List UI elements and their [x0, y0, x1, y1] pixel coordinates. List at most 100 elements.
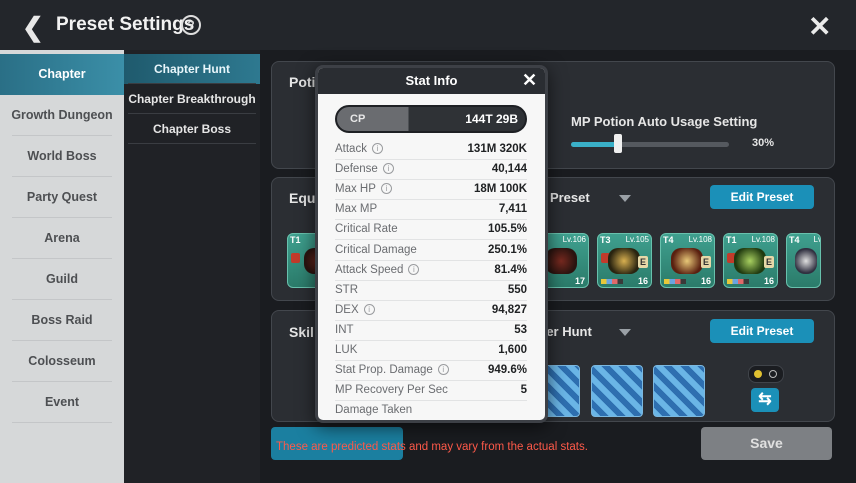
skill-slot[interactable]	[591, 365, 643, 417]
sidebar-item-party-quest[interactable]: Party Quest	[0, 177, 124, 218]
save-button[interactable]: Save	[701, 427, 832, 460]
page-title: Preset Settings	[56, 14, 195, 35]
stat-value: 1,600	[498, 344, 527, 356]
equipment-panel-title: Equ	[289, 190, 316, 206]
skill-preset-dropdown[interactable]: ter Hunt	[542, 324, 592, 339]
stat-row: Defense i 40,144	[335, 160, 527, 181]
mp-slider-value: 30%	[752, 137, 775, 149]
close-icon[interactable]: ✕	[522, 70, 537, 91]
submenu-item-chapter-breakthrough[interactable]: Chapter Breakthrough	[124, 84, 260, 114]
chevron-down-icon	[619, 329, 631, 336]
stat-row: Attack i 131M 320K	[335, 140, 527, 160]
stat-value: 250.1%	[487, 243, 527, 256]
equipment-preset-dropdown[interactable]: : Preset	[542, 190, 590, 205]
info-icon[interactable]: i	[382, 163, 394, 175]
stat-name: Max HP i	[335, 183, 392, 195]
sidebar-item-world-boss[interactable]: World Boss	[0, 136, 124, 177]
stat-name: DEX i	[335, 303, 375, 316]
info-icon[interactable]: i	[437, 364, 449, 376]
predicted-stats-note: These are predicted stats and may vary f…	[276, 441, 588, 453]
equipment-art-icon	[795, 248, 817, 274]
stat-row: DEX i 94,827	[335, 301, 527, 321]
stat-value: 105.5%	[487, 223, 527, 236]
mp-slider-thumb[interactable]	[614, 134, 622, 153]
info-icon[interactable]: i	[380, 183, 392, 195]
stat-value: 81.4%	[494, 263, 527, 276]
sidebar-item-growth-dungeon[interactable]: Growth Dungeon	[0, 95, 124, 136]
swap-icon[interactable]: ⇆	[751, 388, 779, 412]
submenu: Chapter Hunt Chapter Breakthrough Chapte…	[124, 50, 260, 483]
close-icon[interactable]: ✕	[808, 10, 831, 43]
stat-name: MP Recovery Per Sec	[335, 384, 448, 397]
popup-title: Stat Info	[405, 73, 458, 88]
sidebar-item-arena[interactable]: Arena	[0, 218, 124, 259]
stat-name: Defense i	[335, 163, 394, 175]
stat-info-popup: Stat Info ✕ CP 144T 29B Attack i 131M 320K…	[315, 65, 548, 423]
stat-value: 94,827	[491, 303, 527, 316]
info-icon[interactable]: i	[371, 143, 383, 154]
stat-row: Critical Damage 250.1%	[335, 241, 527, 261]
stat-name: Max MP	[335, 203, 378, 216]
stat-value: 7,411	[498, 203, 527, 216]
stat-name: INT	[335, 323, 354, 336]
stat-value: 131M 320K	[467, 143, 527, 155]
equipment-slot[interactable]: T4 Lv.108 E 16	[660, 233, 715, 288]
sidebar: Chapter Growth Dungeon World Boss Party …	[0, 50, 124, 483]
info-icon[interactable]: i	[408, 263, 420, 275]
stat-value: 949.6%	[487, 364, 527, 377]
equipment-slot[interactable]: T4 Lv	[786, 233, 821, 288]
stat-name: Damage Taken	[335, 404, 413, 417]
lock-icon	[291, 253, 300, 263]
stat-row: LUK 1,600	[335, 341, 527, 361]
stat-row: Stat Prop. Damage i 949.6%	[335, 361, 527, 382]
stat-value: 40,144	[491, 163, 527, 176]
stat-row: MP Recovery Per Sec 5	[335, 381, 527, 402]
page-dot-active	[754, 370, 762, 378]
page-dot-inactive	[769, 370, 777, 378]
equipment-art-icon	[671, 248, 703, 274]
stat-row: Attack Speed i 81.4%	[335, 261, 527, 281]
stat-row: STR 550	[335, 281, 527, 301]
sidebar-item-chapter[interactable]: Chapter	[0, 54, 124, 95]
chevron-down-icon	[619, 195, 631, 202]
stat-name: Attack Speed i	[335, 263, 420, 276]
stat-name: Critical Damage	[335, 243, 417, 256]
stat-value: 18M 100K	[473, 183, 527, 196]
stat-row: Damage Taken	[335, 401, 527, 420]
stat-name: Attack i	[335, 143, 383, 155]
equipment-art-icon	[734, 248, 766, 274]
sidebar-item-guild[interactable]: Guild	[0, 259, 124, 300]
skill-slot[interactable]	[653, 365, 705, 417]
equipment-slot[interactable]: T3 Lv.105 E 16	[597, 233, 652, 288]
stat-row: Max HP i 18M 100K	[335, 180, 527, 201]
stat-name: Stat Prop. Damage i	[335, 364, 449, 376]
stat-value: 53	[514, 323, 527, 336]
cp-label: CP	[350, 113, 366, 125]
equipment-slot[interactable]: T1 Lv.108 E 16	[723, 233, 778, 288]
submenu-item-chapter-boss[interactable]: Chapter Boss	[124, 114, 260, 144]
sidebar-item-event[interactable]: Event	[0, 382, 124, 423]
stat-row: Max MP 7,411	[335, 200, 527, 221]
stat-row: INT 53	[335, 321, 527, 341]
sidebar-item-boss-raid[interactable]: Boss Raid	[0, 300, 124, 341]
stat-value: 5	[520, 384, 527, 397]
back-arrow-icon[interactable]: ❮	[22, 12, 44, 43]
sidebar-item-colosseum[interactable]: Colosseum	[0, 341, 124, 382]
stat-value: 550	[507, 283, 527, 296]
help-icon[interactable]: ?	[181, 15, 201, 35]
stat-name: LUK	[335, 344, 358, 356]
stat-name: Critical Rate	[335, 223, 398, 236]
equipment-art-icon	[545, 248, 577, 274]
mp-slider-fill	[571, 142, 618, 147]
cp-value: 144T 29B	[465, 112, 518, 126]
equipment-edit-preset-button[interactable]: Edit Preset	[710, 185, 814, 209]
submenu-item-chapter-hunt[interactable]: Chapter Hunt	[124, 54, 260, 84]
info-icon[interactable]: i	[363, 303, 375, 315]
stat-row: Critical Rate 105.5%	[335, 220, 527, 241]
skill-edit-preset-button[interactable]: Edit Preset	[710, 319, 814, 343]
preset-page-toggle[interactable]	[748, 365, 784, 383]
skill-panel-title: Skil	[289, 324, 314, 340]
stat-name: STR	[335, 283, 358, 296]
equipment-art-icon	[608, 248, 640, 274]
mp-potion-label: MP Potion Auto Usage Setting	[571, 114, 758, 129]
